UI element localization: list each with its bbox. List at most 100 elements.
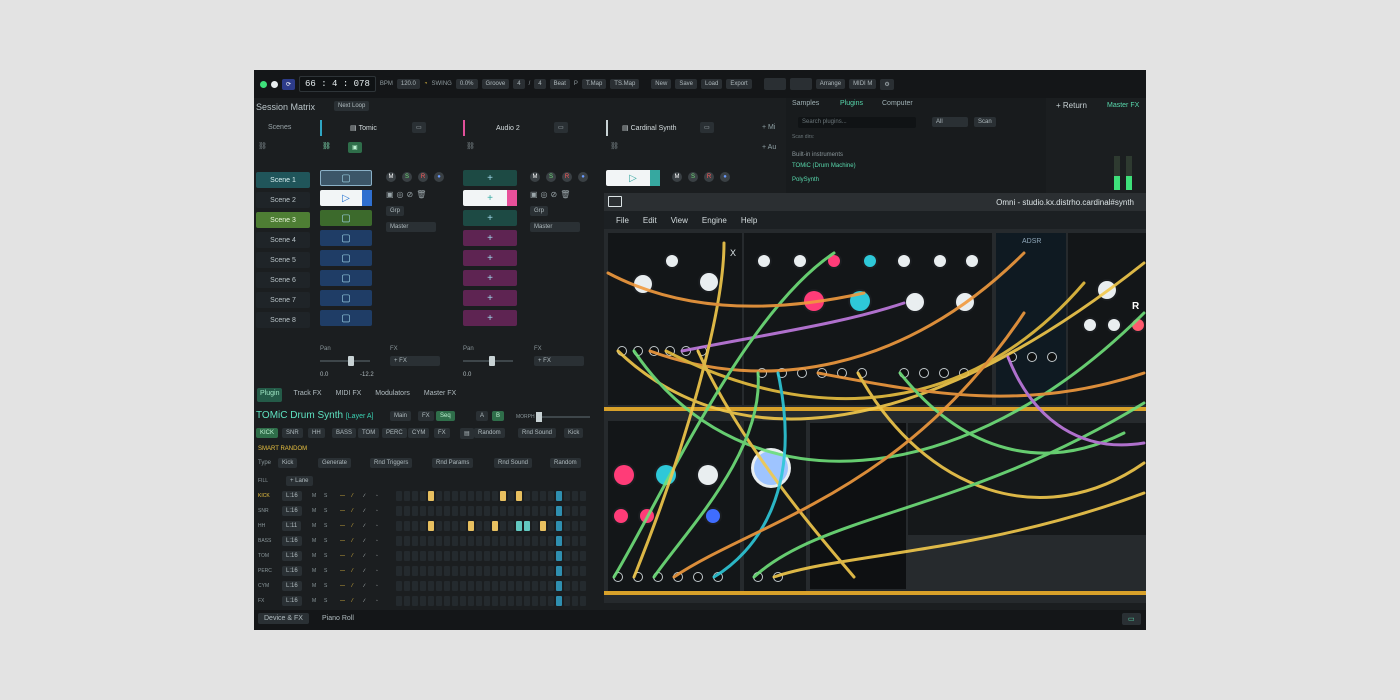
- step-cell[interactable]: [428, 506, 434, 516]
- lane-tool-icon[interactable]: ∕: [364, 553, 365, 559]
- clip-slot[interactable]: +: [463, 210, 517, 226]
- step-cell[interactable]: [452, 596, 458, 606]
- step-cell[interactable]: [532, 551, 538, 561]
- clip-slot[interactable]: ▢: [320, 250, 372, 266]
- step-cell[interactable]: [572, 521, 578, 531]
- step-cell[interactable]: [580, 566, 586, 576]
- swing-value[interactable]: 0.0%: [455, 79, 478, 89]
- lane-tool-icon[interactable]: ◦: [376, 493, 378, 499]
- clip-slot[interactable]: +: [463, 250, 517, 266]
- tab-plugins[interactable]: Plugins: [840, 100, 863, 107]
- lane-tool-icon[interactable]: ◦: [376, 553, 378, 559]
- lane-tool-icon[interactable]: ∕: [364, 493, 365, 499]
- step-cell[interactable]: [556, 536, 562, 546]
- lane-tool-icon[interactable]: —: [340, 583, 345, 589]
- output-select[interactable]: Master: [530, 222, 580, 232]
- lane-solo-button[interactable]: S: [324, 583, 327, 589]
- lane-tool-icon[interactable]: ⁄: [352, 598, 353, 604]
- scene-2[interactable]: Scene 2: [256, 192, 310, 208]
- step-cell[interactable]: [468, 521, 474, 531]
- lane-tool-icon[interactable]: ∕: [364, 538, 365, 544]
- add-return-button[interactable]: + Return: [1056, 101, 1087, 110]
- step-cell[interactable]: [492, 491, 498, 501]
- step-cell[interactable]: [468, 491, 474, 501]
- step-cell[interactable]: [436, 536, 442, 546]
- pattern-icon[interactable]: ▤: [460, 428, 474, 439]
- lane-tool-icon[interactable]: ◦: [376, 523, 378, 529]
- lane-length[interactable]: L:16: [282, 506, 302, 516]
- step-cell[interactable]: [532, 506, 538, 516]
- step-cell[interactable]: [460, 596, 466, 606]
- step-cell[interactable]: [396, 551, 402, 561]
- step-cell[interactable]: [564, 566, 570, 576]
- lane-mute-button[interactable]: M: [312, 598, 316, 604]
- folder-icon[interactable]: ▭: [1122, 613, 1141, 625]
- step-cell[interactable]: [516, 566, 522, 576]
- scene-3[interactable]: Scene 3: [256, 212, 310, 228]
- track-header-tomic[interactable]: ▤ Tomic: [350, 120, 377, 136]
- lane-tool-icon[interactable]: ⁄: [352, 583, 353, 589]
- monitor-icon[interactable]: ●: [720, 172, 730, 182]
- group-button[interactable]: Grp: [530, 206, 549, 216]
- clip-slot[interactable]: ▢: [320, 170, 372, 186]
- step-cell[interactable]: [404, 536, 410, 546]
- step-cell[interactable]: [564, 536, 570, 546]
- step-cell[interactable]: [564, 521, 570, 531]
- add-lane-button[interactable]: + Lane: [286, 476, 313, 486]
- step-cell[interactable]: [396, 566, 402, 576]
- step-cell[interactable]: [420, 536, 426, 546]
- lane-tool-icon[interactable]: ⁄: [352, 538, 353, 544]
- step-cell[interactable]: [492, 551, 498, 561]
- lane-length[interactable]: L:16: [282, 581, 302, 591]
- lane-length[interactable]: L:16: [282, 566, 302, 576]
- step-cell[interactable]: [468, 596, 474, 606]
- step-cell[interactable]: [396, 521, 402, 531]
- step-cell[interactable]: [452, 521, 458, 531]
- step-cell[interactable]: [396, 491, 402, 501]
- step-cell[interactable]: [564, 596, 570, 606]
- drum-fx[interactable]: FX: [434, 428, 450, 438]
- filter-select[interactable]: All: [932, 117, 968, 127]
- tab-seq[interactable]: Seq: [436, 411, 455, 421]
- lane-mute-button[interactable]: M: [312, 568, 316, 574]
- plugin-item-tomic[interactable]: TOMiC (Drum Machine): [792, 163, 856, 169]
- step-cell[interactable]: [436, 551, 442, 561]
- step-cell[interactable]: [500, 596, 506, 606]
- step-cell[interactable]: [484, 596, 490, 606]
- step-cell[interactable]: [436, 581, 442, 591]
- step-cell[interactable]: [548, 581, 554, 591]
- clip-slot[interactable]: ▷: [320, 190, 372, 206]
- lane-tool-icon[interactable]: ◦: [376, 598, 378, 604]
- new-button[interactable]: New: [651, 79, 672, 89]
- lane-length[interactable]: L:16: [282, 551, 302, 561]
- scan-button[interactable]: Scan: [974, 117, 996, 127]
- load-button[interactable]: Load: [701, 79, 723, 89]
- step-cell[interactable]: [572, 581, 578, 591]
- play-icon[interactable]: [260, 80, 267, 88]
- step-cell[interactable]: [404, 521, 410, 531]
- step-cell[interactable]: [500, 491, 506, 501]
- solo-button[interactable]: S: [402, 172, 412, 182]
- tab-plugin[interactable]: Plugin: [257, 388, 283, 402]
- step-cell[interactable]: [548, 566, 554, 576]
- random-select[interactable]: Random: [474, 428, 505, 438]
- step-cell[interactable]: [540, 491, 546, 501]
- step-cell[interactable]: [476, 566, 482, 576]
- step-cell[interactable]: [540, 506, 546, 516]
- step-cell[interactable]: [500, 521, 506, 531]
- add-midi-track[interactable]: + Mi: [762, 124, 775, 131]
- drum-perc[interactable]: PERC: [382, 428, 407, 438]
- bpm-value[interactable]: 120.0: [396, 79, 420, 89]
- track-header-audio2[interactable]: Audio 2: [496, 120, 520, 136]
- step-cell[interactable]: [548, 551, 554, 561]
- kick-select[interactable]: Kick: [564, 428, 584, 438]
- step-cell[interactable]: [476, 581, 482, 591]
- step-cell[interactable]: [524, 596, 530, 606]
- step-cell[interactable]: [460, 536, 466, 546]
- step-cell[interactable]: [460, 581, 466, 591]
- lane-tool-icon[interactable]: ⁄: [352, 523, 353, 529]
- step-cell[interactable]: [580, 551, 586, 561]
- midi-button[interactable]: MIDI M: [849, 79, 877, 89]
- arrange-button[interactable]: Arrange: [815, 79, 846, 89]
- step-cell[interactable]: [420, 506, 426, 516]
